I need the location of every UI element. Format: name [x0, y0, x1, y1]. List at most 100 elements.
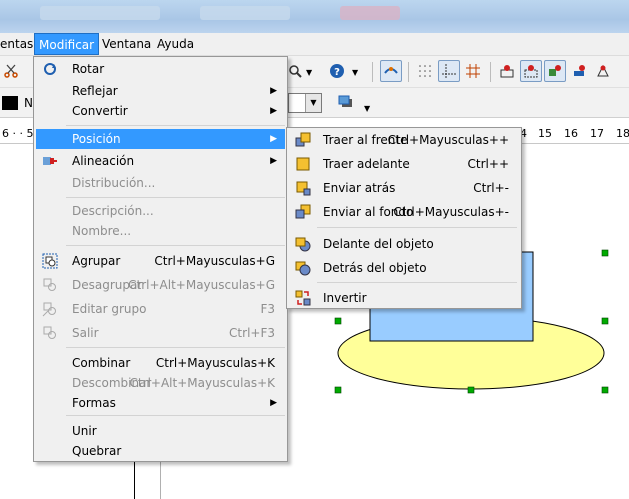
- menu-item-descripcion[interactable]: Descripción...: [36, 201, 285, 221]
- rotate-icon: [44, 63, 56, 75]
- menu-item-convertir[interactable]: Convertir ▶: [36, 101, 285, 121]
- menu-item-shortcut: Ctrl+Alt+Mayusculas+G: [128, 278, 275, 292]
- submenu-item-invertir[interactable]: Invertir: [289, 288, 519, 308]
- submenu-arrow-icon: ▶: [270, 398, 277, 408]
- svg-text:?: ?: [334, 67, 340, 78]
- submenu-item-label: Delante del objeto: [323, 237, 434, 251]
- snap-to-points-button[interactable]: [544, 60, 566, 82]
- submenu-item-traer-al-frente[interactable]: Traer al frente Ctrl+Mayusculas++: [289, 130, 519, 150]
- points-mode-button[interactable]: [380, 60, 402, 82]
- guides-icon: [442, 64, 456, 78]
- submenu-item-enviar-al-fondo[interactable]: Enviar al fondo Ctrl+Mayusculas+-: [289, 202, 519, 222]
- snap-border-icon: [500, 65, 514, 78]
- menu-item-label: Editar grupo: [72, 302, 147, 316]
- submenu-item-shortcut: Ctrl+Mayusculas+-: [393, 205, 509, 219]
- ruler-ticks-left: 6 · · 5: [2, 127, 34, 140]
- menu-ventana[interactable]: Ventana: [98, 33, 155, 55]
- snap-to-border-button[interactable]: [496, 60, 518, 82]
- modificar-menu: Rotar Reflejar ▶ Convertir ▶ Posición ▶ …: [33, 56, 288, 462]
- ruler-tick: 17: [590, 127, 604, 140]
- posicion-submenu: Traer al frente Ctrl+Mayusculas++ Traer …: [286, 127, 522, 309]
- menu-item-unir[interactable]: Unir: [36, 421, 285, 441]
- snap-margins-icon: [574, 65, 585, 76]
- help-button[interactable]: ?: [326, 60, 348, 82]
- menu-item-nombre[interactable]: Nombre...: [36, 221, 285, 241]
- menu-item-label: Alineación: [72, 154, 135, 168]
- menu-item-posicion[interactable]: Posición ▶: [36, 129, 285, 149]
- menu-item-rotar[interactable]: Rotar: [36, 59, 285, 79]
- window-titlebar: [0, 0, 629, 33]
- ruler-tick: 16: [564, 127, 578, 140]
- selection-handle[interactable]: [601, 386, 609, 394]
- grid-icon: [419, 65, 431, 77]
- submenu-arrow-icon: ▶: [270, 156, 277, 166]
- menu-separator: [66, 347, 285, 348]
- ruler-tick: 18: [616, 127, 629, 140]
- grid-button[interactable]: [414, 60, 436, 82]
- menu-separator: [66, 415, 285, 416]
- menu-item-desagrupar[interactable]: Desagrupar Ctrl+Alt+Mayusculas+G: [36, 275, 285, 295]
- menu-item-quebrar[interactable]: Quebrar: [36, 441, 285, 461]
- submenu-item-detras-del-objeto[interactable]: Detrás del objeto: [289, 258, 519, 278]
- menu-item-formas[interactable]: Formas ▶: [36, 393, 285, 413]
- help-icon: ?: [330, 64, 344, 78]
- ruler-tick: 15: [538, 127, 552, 140]
- menu-item-editar-grupo[interactable]: Editar grupo F3: [36, 299, 285, 319]
- menu-separator: [66, 245, 285, 246]
- menu-item-descombinar[interactable]: Descombinar Ctrl+Alt+Mayusculas+K: [36, 373, 285, 393]
- menu-ayuda[interactable]: Ayuda: [153, 33, 198, 55]
- menu-item-label: Formas: [72, 396, 116, 410]
- font-name-field[interactable]: N: [24, 95, 33, 111]
- zoom-dropdown-arrow-icon[interactable]: ▼: [306, 68, 312, 77]
- submenu-item-shortcut: Ctrl+-: [473, 181, 509, 195]
- help-dropdown-arrow-icon[interactable]: ▼: [352, 68, 358, 77]
- menu-item-label: Convertir: [72, 104, 128, 118]
- menu-item-combinar[interactable]: Combinar Ctrl+Mayusculas+K: [36, 353, 285, 373]
- selection-handle[interactable]: [334, 317, 342, 325]
- menu-item-label: Agrupar: [72, 254, 121, 268]
- selection-handle[interactable]: [601, 317, 609, 325]
- submenu-item-delante-del-objeto[interactable]: Delante del objeto: [289, 234, 519, 254]
- submenu-item-shortcut: Ctrl++: [467, 157, 509, 171]
- behind-object-icon: [295, 261, 311, 276]
- menu-item-reflejar[interactable]: Reflejar ▶: [36, 81, 285, 101]
- snap-lines-icon: [466, 64, 480, 78]
- group-icon: [42, 253, 58, 269]
- submenu-separator: [317, 227, 517, 228]
- submenu-separator: [317, 282, 517, 283]
- selection-handle[interactable]: [334, 386, 342, 394]
- menu-item-shortcut: Ctrl+F3: [229, 326, 275, 340]
- menu-item-label: Rotar: [72, 62, 105, 76]
- menu-modificar[interactable]: Modificar: [34, 33, 100, 55]
- bring-forward-icon: [296, 157, 310, 171]
- snap-to-frame-button[interactable]: [520, 60, 542, 82]
- snap-to-object-points-button[interactable]: [592, 60, 614, 82]
- snap-object-points-icon: [597, 64, 609, 77]
- submenu-item-label: Traer adelante: [323, 157, 410, 171]
- shadow-button[interactable]: [334, 91, 356, 113]
- guides-button[interactable]: [438, 60, 460, 82]
- submenu-item-traer-adelante[interactable]: Traer adelante Ctrl++: [289, 154, 519, 174]
- snap-guides-button[interactable]: [462, 60, 484, 82]
- titlebar-blur: [40, 6, 160, 20]
- align-icon: [43, 157, 57, 165]
- line-color-swatch[interactable]: [2, 96, 18, 110]
- dropdown-arrow-icon: ▼: [305, 94, 321, 112]
- shadow-dropdown-arrow-icon[interactable]: ▼: [364, 104, 370, 113]
- menu-item-alineacion[interactable]: Alineación ▶: [36, 151, 285, 171]
- selection-handle[interactable]: [467, 386, 475, 394]
- selection-handle[interactable]: [601, 249, 609, 257]
- send-backward-icon: [296, 181, 311, 196]
- menu-item-agrupar[interactable]: Agrupar Ctrl+Mayusculas+G: [36, 251, 285, 271]
- snap-points-icon: [549, 65, 561, 76]
- area-style-dropdown[interactable]: ▼: [288, 93, 322, 113]
- cut-button[interactable]: [0, 60, 22, 82]
- menu-item-label: Salir: [72, 326, 99, 340]
- bring-to-front-icon: [295, 132, 311, 147]
- snap-to-margins-button[interactable]: [568, 60, 590, 82]
- menu-item-salir[interactable]: Salir Ctrl+F3: [36, 323, 285, 343]
- submenu-item-enviar-atras[interactable]: Enviar atrás Ctrl+-: [289, 178, 519, 198]
- menu-herramientas[interactable]: entas: [0, 33, 37, 55]
- menu-item-label: Distribución...: [72, 176, 156, 190]
- menu-item-distribucion[interactable]: Distribución...: [36, 173, 285, 193]
